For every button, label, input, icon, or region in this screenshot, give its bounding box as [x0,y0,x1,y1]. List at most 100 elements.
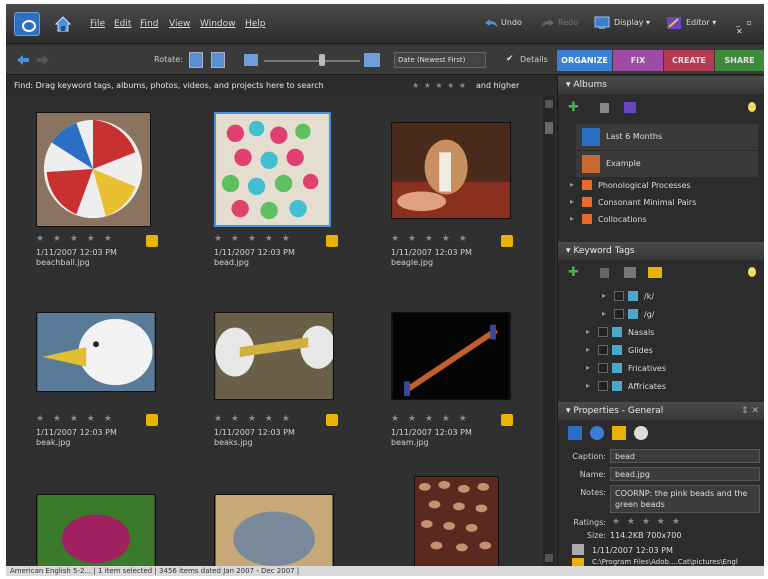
redo-icon[interactable] [541,18,555,28]
tag-item[interactable]: ▸/g/ [558,306,764,323]
grid-scrollbar[interactable] [543,96,555,566]
photo-stars[interactable]: ★ ★ ★ ★ ★ [36,414,115,424]
photo-thumbnail[interactable] [214,112,331,227]
display-button[interactable]: Display ▾ [614,18,650,27]
sort-select[interactable]: Date (Newest First) [394,52,486,68]
add-tag-icon[interactable]: ✚ [568,265,579,280]
tag-attach-icon[interactable] [648,267,662,278]
details-checkbox[interactable]: ✔ [506,54,514,64]
find-bar[interactable]: Find: Drag keyword tags, albums, photos,… [6,76,557,96]
photo-stars[interactable]: ★ ★ ★ ★ ★ [214,234,293,244]
delete-tag-icon[interactable] [600,268,609,278]
album-item[interactable]: ▸ Collocations [558,211,764,228]
photo-thumbnail[interactable] [36,312,156,392]
photo-item[interactable]: ★ ★ ★ ★ ★ 1/11/2007 12:03 PM beagle.jpg [371,102,541,272]
photo-thumbnail[interactable] [391,312,511,400]
scroll-down-icon[interactable] [545,554,553,562]
tab-create[interactable]: CREATE [664,50,714,71]
app-window: File Edit Find View Window Help Undo Red… [6,4,764,576]
home-icon[interactable] [54,15,72,33]
photo-thumbnail[interactable] [36,112,151,227]
photo-thumbnail[interactable] [391,122,511,219]
menu-file[interactable]: File [90,19,105,29]
photo-item[interactable]: ★ ★ ★ ★ ★ 1/11/2007 12:03 PM beak.jpg [16,292,186,462]
tip-bulb-icon[interactable] [748,102,756,112]
zoom-slider-handle[interactable] [319,54,325,66]
tag-checkbox[interactable] [614,291,624,301]
scroll-up-icon[interactable] [545,100,553,108]
menu-view[interactable]: View [169,19,190,29]
photo-item-selected[interactable]: ★ ★ ★ ★ ★ 1/11/2007 12:03 PM bead.jpg [194,102,364,272]
photo-thumbnail[interactable] [214,312,334,400]
menu-help[interactable]: Help [245,19,266,29]
tag-item[interactable]: ▸/k/ [558,288,764,305]
name-field[interactable]: bead.jpg [610,467,760,481]
undo-icon[interactable] [484,18,498,28]
redo-button[interactable]: Redo [558,18,578,27]
edit-album-icon[interactable] [624,102,636,113]
album-item[interactable]: ▸ Phonological Processes [558,177,764,194]
tip-bulb-icon[interactable] [748,267,756,277]
tag-icon [612,345,622,355]
photo-thumbnail[interactable] [214,494,334,566]
photo-thumbnail[interactable] [414,476,499,566]
display-icon[interactable] [594,16,610,30]
keyword-tags-header[interactable]: ▾ Keyword Tags [558,242,764,260]
caption-field[interactable]: bead [610,449,760,463]
photo-stars[interactable]: ★ ★ ★ ★ ★ [391,414,470,424]
edit-tag-icon[interactable] [624,267,636,278]
photo-item[interactable]: ★ ★ ★ ★ ★ 1/11/2007 12:03 PM beaks.jpg [194,292,364,462]
zoom-slider-track[interactable] [264,60,360,62]
tag-checkbox[interactable] [598,363,608,373]
tag-checkbox[interactable] [598,327,608,337]
organizer-logo-icon[interactable] [14,12,40,36]
sort-select-value: Date (Newest First) [398,56,466,64]
albums-header[interactable]: ▾ Albums [558,76,764,94]
tag-item[interactable]: ▸ Affricates [558,378,764,395]
tag-item[interactable]: ▸ Nasals [558,324,764,341]
tag-item[interactable]: ▸ Glides [558,342,764,359]
menu-window[interactable]: Window [200,19,236,29]
small-thumb-icon[interactable] [244,54,258,66]
large-thumb-icon[interactable] [364,53,380,67]
rotate-left-icon[interactable] [189,52,203,68]
find-rating-stars[interactable]: ★ ★ ★ ★ ★ [412,76,467,96]
photo-item[interactable]: ★ ★ ★ ★ ★ 1/11/2007 12:03 PM beachball.j… [16,102,186,272]
metadata-info-icon[interactable] [590,426,604,440]
album-item-last-6-months[interactable]: Last 6 Months [576,124,758,150]
window-controls[interactable]: _ ▫ ✕ [736,18,764,36]
tag-checkbox[interactable] [614,309,624,319]
back-arrow-icon[interactable] [16,54,30,66]
general-props-icon[interactable] [568,426,582,440]
keyword-props-icon[interactable] [612,426,626,440]
photo-item[interactable]: ★ ★ ★ ★ ★ 1/11/2007 12:03 PM beam.jpg [371,292,541,462]
tab-fix[interactable]: FIX [613,50,663,71]
tab-share[interactable]: SHARE [715,50,764,71]
tag-checkbox[interactable] [598,381,608,391]
tab-organize[interactable]: ORGANIZE [557,50,612,71]
photo-stars[interactable]: ★ ★ ★ ★ ★ [214,414,293,424]
delete-album-icon[interactable] [600,103,609,113]
forward-arrow-icon[interactable] [36,54,50,66]
rating-stars[interactable]: ★ ★ ★ ★ ★ [612,517,682,527]
editor-button[interactable]: Editor ▾ [686,18,716,27]
tag-checkbox[interactable] [598,345,608,355]
properties-header[interactable]: ▾ Properties - General ⇕ ✕ [558,402,764,420]
date-value: 1/11/2007 12:03 PM [592,546,673,555]
history-props-icon[interactable] [634,426,648,440]
photo-thumbnail[interactable] [36,494,156,566]
menu-edit[interactable]: Edit [114,19,131,29]
add-album-icon[interactable]: ✚ [568,100,579,115]
menu-find[interactable]: Find [140,19,158,29]
rotate-right-icon[interactable] [211,52,225,68]
album-item-example[interactable]: Example [576,151,758,177]
scroll-thumb[interactable] [545,122,553,134]
details-label: Details [520,55,548,64]
album-item[interactable]: ▸ Consonant Minimal Pairs [558,194,764,211]
undo-button[interactable]: Undo [501,18,522,27]
notes-field[interactable]: COORNP: the pink beads and the green bea… [610,485,760,513]
editor-icon[interactable] [666,16,682,30]
photo-stars[interactable]: ★ ★ ★ ★ ★ [391,234,470,244]
tag-item[interactable]: ▸ Fricatives [558,360,764,377]
photo-stars[interactable]: ★ ★ ★ ★ ★ [36,234,115,244]
